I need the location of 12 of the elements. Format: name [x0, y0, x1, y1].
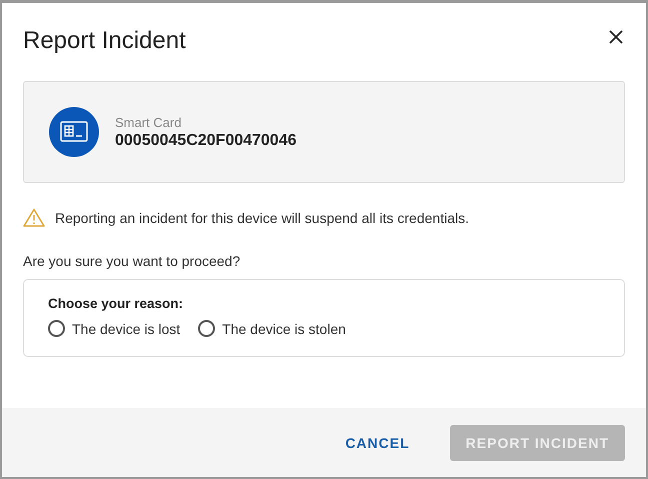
radio-option[interactable]: The device is stolen [198, 320, 346, 337]
warning-text: Reporting an incident for this device will suspend all its credentials. [55, 210, 469, 226]
cancel-button[interactable]: CANCEL [329, 424, 426, 460]
smart-card-icon [49, 107, 99, 157]
warning-icon [23, 208, 45, 227]
reason-label: Choose your reason: [48, 296, 184, 311]
close-icon[interactable] [609, 30, 623, 44]
device-id: 00050045C20F00470046 [115, 132, 296, 150]
device-type: Smart Card [115, 114, 182, 130]
question-text: Are you sure you want to proceed? [23, 253, 242, 269]
radio-option[interactable]: The device is lost [48, 320, 180, 337]
dialog-title: Report Incident [23, 27, 186, 55]
